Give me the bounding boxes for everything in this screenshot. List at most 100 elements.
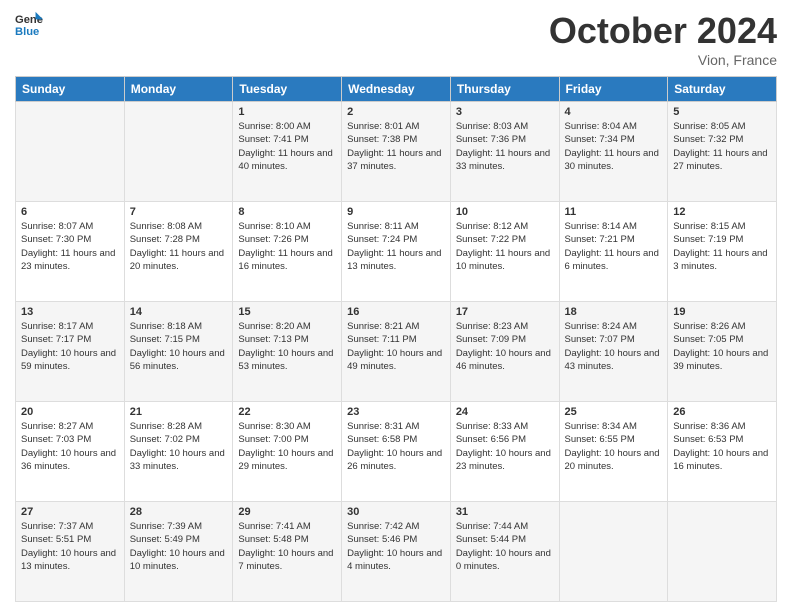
table-row <box>124 102 233 202</box>
table-row: 28 Sunrise: 7:39 AM Sunset: 5:49 PM Dayli… <box>124 502 233 602</box>
calendar-week-row: 27 Sunrise: 7:37 AM Sunset: 5:51 PM Dayli… <box>16 502 777 602</box>
day-number: 27 <box>21 506 119 518</box>
day-number: 26 <box>673 406 771 418</box>
day-info: Sunrise: 8:27 AM Sunset: 7:03 PM Dayligh… <box>21 420 119 473</box>
table-row: 27 Sunrise: 7:37 AM Sunset: 5:51 PM Dayli… <box>16 502 125 602</box>
day-info: Sunrise: 8:14 AM Sunset: 7:21 PM Dayligh… <box>565 220 663 273</box>
day-number: 4 <box>565 106 663 118</box>
header: General Blue October 2024 Vion, France <box>15 10 777 68</box>
table-row: 19Sunrise: 8:26 AM Sunset: 7:05 PM Dayli… <box>668 302 777 402</box>
calendar-week-row: 1Sunrise: 8:00 AM Sunset: 7:41 PM Daylig… <box>16 102 777 202</box>
calendar-table: Sunday Monday Tuesday Wednesday Thursday… <box>15 76 777 602</box>
day-info: Sunrise: 8:24 AM Sunset: 7:07 PM Dayligh… <box>565 320 663 373</box>
weekday-header-row: Sunday Monday Tuesday Wednesday Thursday… <box>16 77 777 102</box>
day-number: 28 <box>130 506 228 518</box>
table-row: 1Sunrise: 8:00 AM Sunset: 7:41 PM Daylig… <box>233 102 342 202</box>
day-number: 13 <box>21 306 119 318</box>
calendar-page: General Blue October 2024 Vion, France S… <box>0 0 792 612</box>
day-number: 19 <box>673 306 771 318</box>
day-number: 20 <box>21 406 119 418</box>
table-row: 18 Sunrise: 8:24 AM Sunset: 7:07 PM Dayli… <box>559 302 668 402</box>
day-info: Sunrise: 8:15 AM Sunset: 7:19 PM Dayligh… <box>673 220 771 273</box>
table-row: 14 Sunrise: 8:18 AM Sunset: 7:15 PM Dayli… <box>124 302 233 402</box>
day-info: Sunrise: 8:21 AM Sunset: 7:11 PM Dayligh… <box>347 320 445 373</box>
day-number: 3 <box>456 106 554 118</box>
day-info: Sunrise: 8:36 AM Sunset: 6:53 PM Dayligh… <box>673 420 771 473</box>
day-number: 12 <box>673 206 771 218</box>
day-number: 30 <box>347 506 445 518</box>
day-number: 14 <box>130 306 228 318</box>
day-info: Sunrise: 8:05 AM Sunset: 7:32 PM Dayligh… <box>673 120 771 173</box>
table-row: 2Sunrise: 8:01 AM Sunset: 7:38 PM Daylig… <box>342 102 451 202</box>
day-number: 24 <box>456 406 554 418</box>
day-number: 23 <box>347 406 445 418</box>
day-info: Sunrise: 8:20 AM Sunset: 7:13 PM Dayligh… <box>238 320 336 373</box>
table-row: 15 Sunrise: 8:20 AM Sunset: 7:13 PM Dayli… <box>233 302 342 402</box>
day-number: 8 <box>238 206 336 218</box>
day-info: Sunrise: 8:34 AM Sunset: 6:55 PM Dayligh… <box>565 420 663 473</box>
table-row: 20 Sunrise: 8:27 AM Sunset: 7:03 PM Dayli… <box>16 402 125 502</box>
day-info: Sunrise: 8:23 AM Sunset: 7:09 PM Dayligh… <box>456 320 554 373</box>
day-info: Sunrise: 8:30 AM Sunset: 7:00 PM Dayligh… <box>238 420 336 473</box>
table-row: 23 Sunrise: 8:31 AM Sunset: 6:58 PM Dayli… <box>342 402 451 502</box>
day-info: Sunrise: 8:33 AM Sunset: 6:56 PM Dayligh… <box>456 420 554 473</box>
day-number: 9 <box>347 206 445 218</box>
header-wednesday: Wednesday <box>342 77 451 102</box>
table-row: 24 Sunrise: 8:33 AM Sunset: 6:56 PM Dayli… <box>450 402 559 502</box>
header-sunday: Sunday <box>16 77 125 102</box>
day-number: 29 <box>238 506 336 518</box>
day-number: 15 <box>238 306 336 318</box>
day-info: Sunrise: 7:37 AM Sunset: 5:51 PM Dayligh… <box>21 520 119 573</box>
day-info: Sunrise: 8:28 AM Sunset: 7:02 PM Dayligh… <box>130 420 228 473</box>
table-row: 5 Sunrise: 8:05 AM Sunset: 7:32 PM Daylig… <box>668 102 777 202</box>
table-row: 16 Sunrise: 8:21 AM Sunset: 7:11 PM Dayli… <box>342 302 451 402</box>
table-row: 29 Sunrise: 7:41 AM Sunset: 5:48 PM Dayli… <box>233 502 342 602</box>
day-number: 16 <box>347 306 445 318</box>
day-info: Sunrise: 8:03 AM Sunset: 7:36 PM Dayligh… <box>456 120 554 173</box>
table-row: 22 Sunrise: 8:30 AM Sunset: 7:00 PM Dayli… <box>233 402 342 502</box>
header-thursday: Thursday <box>450 77 559 102</box>
calendar-week-row: 13 Sunrise: 8:17 AM Sunset: 7:17 PM Dayli… <box>16 302 777 402</box>
day-number: 5 <box>673 106 771 118</box>
day-info: Sunrise: 8:12 AM Sunset: 7:22 PM Dayligh… <box>456 220 554 273</box>
location: Vion, France <box>549 52 777 68</box>
table-row: 21 Sunrise: 8:28 AM Sunset: 7:02 PM Dayli… <box>124 402 233 502</box>
header-tuesday: Tuesday <box>233 77 342 102</box>
day-number: 21 <box>130 406 228 418</box>
day-number: 2 <box>347 106 445 118</box>
header-friday: Friday <box>559 77 668 102</box>
day-info: Sunrise: 8:00 AM Sunset: 7:41 PM Dayligh… <box>238 120 336 173</box>
day-info: Sunrise: 8:31 AM Sunset: 6:58 PM Dayligh… <box>347 420 445 473</box>
day-number: 10 <box>456 206 554 218</box>
day-info: Sunrise: 8:10 AM Sunset: 7:26 PM Dayligh… <box>238 220 336 273</box>
table-row: 11Sunrise: 8:14 AM Sunset: 7:21 PM Dayli… <box>559 202 668 302</box>
day-info: Sunrise: 8:04 AM Sunset: 7:34 PM Dayligh… <box>565 120 663 173</box>
day-info: Sunrise: 7:41 AM Sunset: 5:48 PM Dayligh… <box>238 520 336 573</box>
logo: General Blue <box>15 10 43 38</box>
day-number: 18 <box>565 306 663 318</box>
table-row: 4 Sunrise: 8:04 AM Sunset: 7:34 PM Daylig… <box>559 102 668 202</box>
day-number: 22 <box>238 406 336 418</box>
day-info: Sunrise: 8:17 AM Sunset: 7:17 PM Dayligh… <box>21 320 119 373</box>
day-info: Sunrise: 7:44 AM Sunset: 5:44 PM Dayligh… <box>456 520 554 573</box>
table-row: 12 Sunrise: 8:15 AM Sunset: 7:19 PM Dayli… <box>668 202 777 302</box>
table-row <box>16 102 125 202</box>
svg-text:Blue: Blue <box>15 26 39 38</box>
day-number: 31 <box>456 506 554 518</box>
day-number: 25 <box>565 406 663 418</box>
header-saturday: Saturday <box>668 77 777 102</box>
day-info: Sunrise: 8:08 AM Sunset: 7:28 PM Dayligh… <box>130 220 228 273</box>
day-info: Sunrise: 8:18 AM Sunset: 7:15 PM Dayligh… <box>130 320 228 373</box>
header-monday: Monday <box>124 77 233 102</box>
table-row: 9Sunrise: 8:11 AM Sunset: 7:24 PM Daylig… <box>342 202 451 302</box>
table-row: 26 Sunrise: 8:36 AM Sunset: 6:53 PM Dayli… <box>668 402 777 502</box>
table-row: 31 Sunrise: 7:44 AM Sunset: 5:44 PM Dayli… <box>450 502 559 602</box>
day-info: Sunrise: 7:39 AM Sunset: 5:49 PM Dayligh… <box>130 520 228 573</box>
table-row: 17Sunrise: 8:23 AM Sunset: 7:09 PM Dayli… <box>450 302 559 402</box>
table-row: 3 Sunrise: 8:03 AM Sunset: 7:36 PM Daylig… <box>450 102 559 202</box>
calendar-week-row: 20 Sunrise: 8:27 AM Sunset: 7:03 PM Dayli… <box>16 402 777 502</box>
table-row <box>559 502 668 602</box>
table-row <box>668 502 777 602</box>
table-row: 30Sunrise: 7:42 AM Sunset: 5:46 PM Dayli… <box>342 502 451 602</box>
title-block: October 2024 Vion, France <box>549 10 777 68</box>
